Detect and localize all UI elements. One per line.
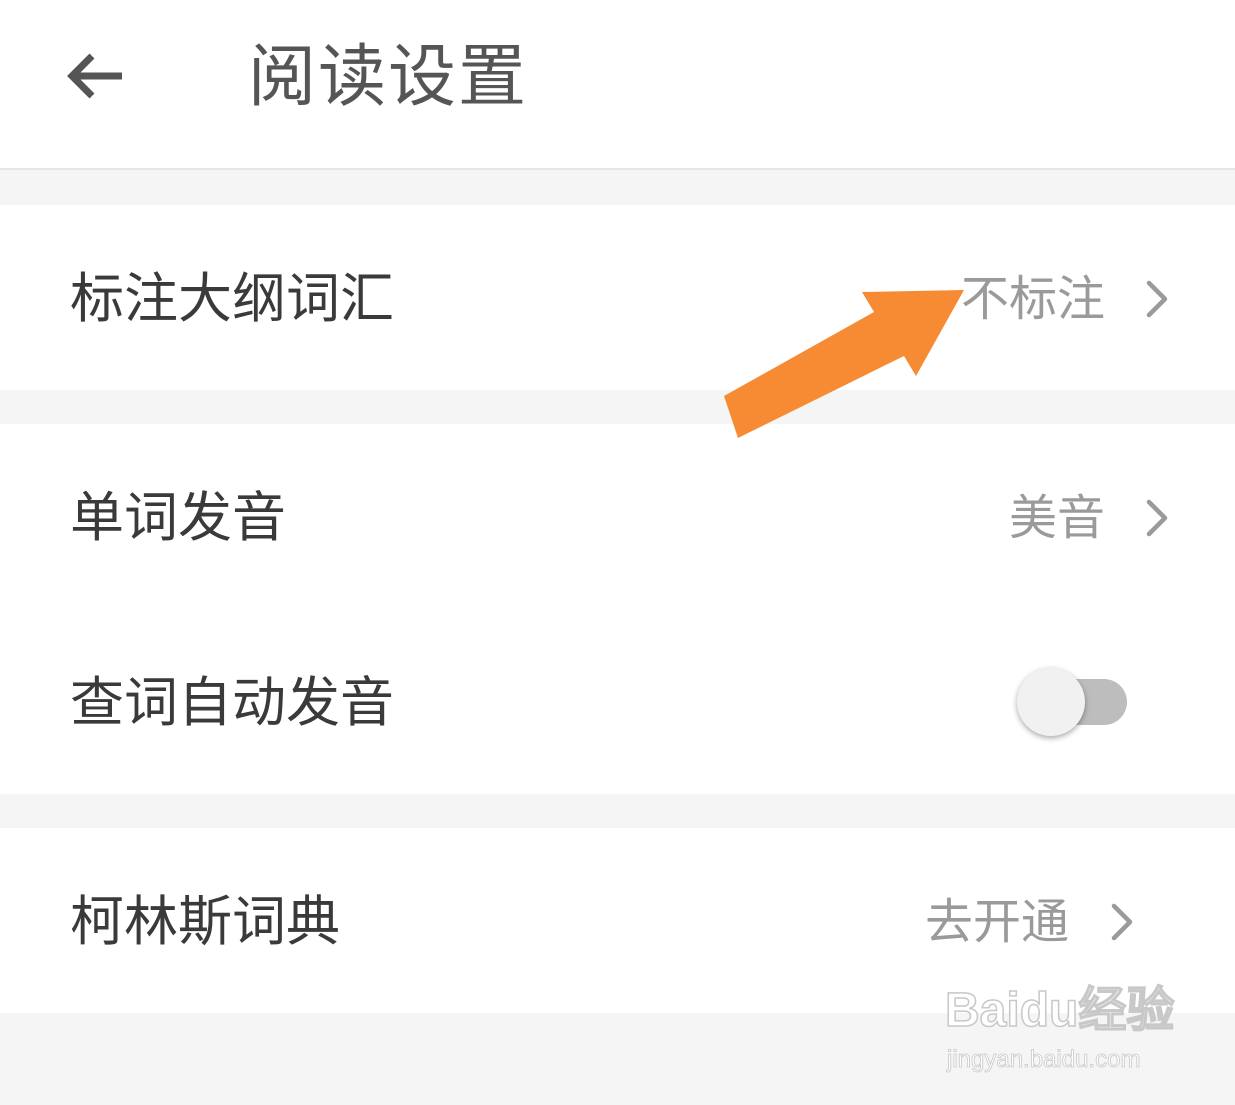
back-button[interactable]	[56, 38, 136, 118]
page-title: 阅读设置	[248, 38, 529, 117]
outline-words-value: 不标注	[960, 271, 1105, 327]
collins-dictionary-label: 柯林斯词典	[70, 890, 340, 953]
app-header: 阅读设置	[0, 0, 1235, 170]
outline-words-label: 标注大纲词汇	[70, 267, 394, 330]
chevron-right-icon	[1107, 898, 1137, 946]
word-pronunciation-label: 单词发音	[70, 486, 286, 549]
watermark-url: jingyan.baidu.com	[947, 1046, 1141, 1074]
setting-row-word-pronunciation[interactable]: 单词发音 美音	[0, 424, 1235, 609]
collins-activate-value: 去开通	[924, 894, 1069, 950]
setting-row-auto-pronounce: 查词自动发音	[0, 609, 1235, 794]
auto-pronounce-label: 查词自动发音	[70, 671, 394, 734]
chevron-right-icon	[1142, 275, 1172, 323]
settings-group-pronunciation: 单词发音 美音 查词自动发音	[0, 424, 1235, 794]
setting-row-outline-words[interactable]: 标注大纲词汇 不标注	[0, 205, 1235, 390]
auto-pronounce-toggle[interactable]	[1015, 666, 1127, 738]
chevron-right-icon	[1142, 494, 1172, 542]
word-pronunciation-value: 美音	[1008, 490, 1105, 546]
arrow-left-icon	[67, 53, 122, 99]
toggle-knob	[1017, 668, 1085, 736]
setting-row-collins-dictionary[interactable]: 柯林斯词典 去开通	[0, 828, 1235, 1013]
